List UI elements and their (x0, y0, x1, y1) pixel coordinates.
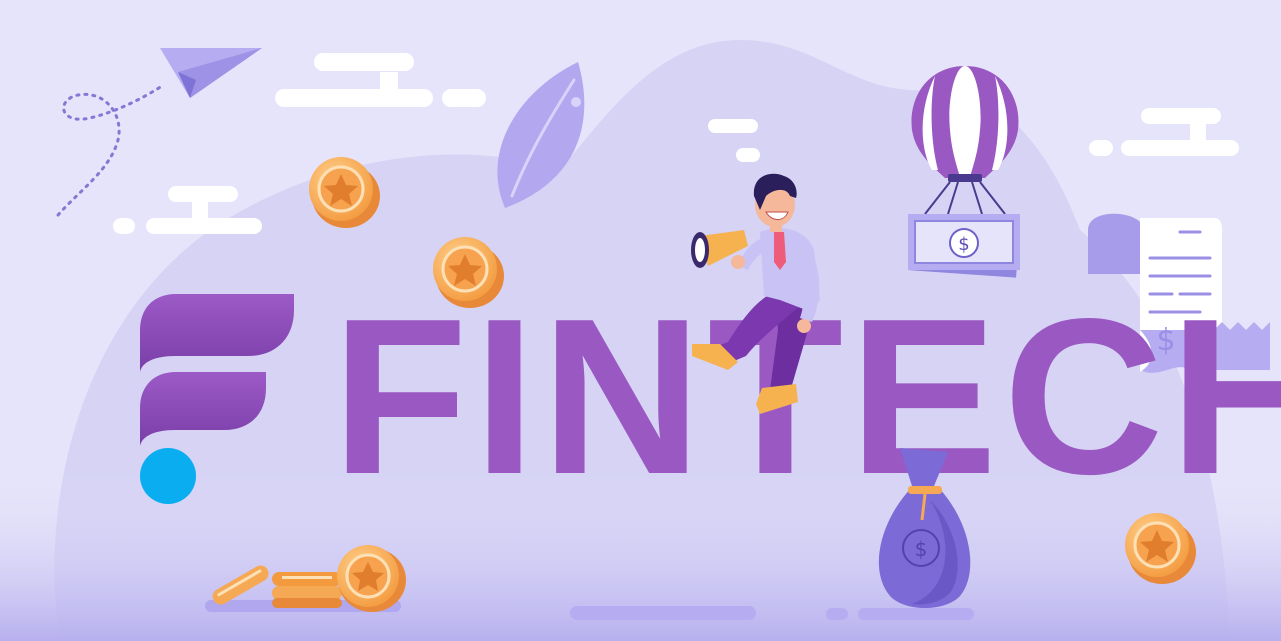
bag-currency-sign: $ (915, 537, 928, 561)
foreground-illustration: $ (691, 173, 971, 608)
person-illustration (691, 173, 820, 414)
money-bag-icon: $ (878, 448, 971, 608)
